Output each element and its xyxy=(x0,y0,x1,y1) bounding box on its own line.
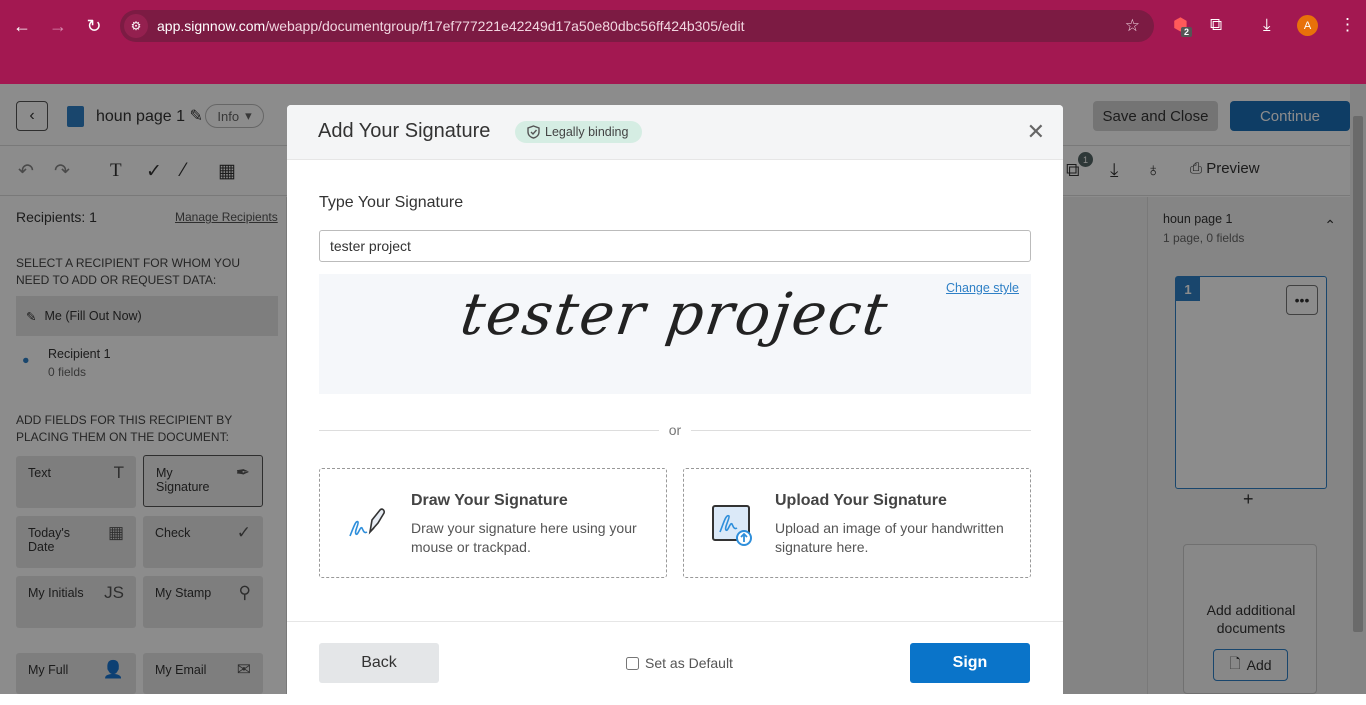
upload-signature-option[interactable]: Upload Your Signature Upload an image of… xyxy=(683,468,1031,578)
dialog-header: Add Your Signature Legally binding ✕ xyxy=(287,105,1063,160)
menu-kebab-icon[interactable]: ⋮ xyxy=(1339,15,1356,35)
address-bar[interactable]: ⚙ app.signnow.com/webapp/documentgroup/f… xyxy=(120,10,1154,42)
browser-chrome: ← → ↻ ⚙ app.signnow.com/webapp/documentg… xyxy=(0,0,1366,84)
forward-arrow-icon[interactable]: → xyxy=(46,14,70,38)
reload-icon[interactable]: ↻ xyxy=(82,14,106,38)
signature-preview-text: tester project xyxy=(456,280,894,348)
extensions-puzzle-icon[interactable]: ⧉ xyxy=(1210,15,1222,35)
set-as-default-checkbox[interactable] xyxy=(626,656,639,670)
draw-signature-desc: Draw your signature here using your mous… xyxy=(411,520,637,555)
upload-signature-title: Upload Your Signature xyxy=(775,492,947,509)
profile-avatar[interactable]: A xyxy=(1297,15,1318,36)
legally-binding-badge: Legally binding xyxy=(515,121,643,143)
dialog-footer: Back Set as Default Sign xyxy=(287,621,1063,705)
change-style-link[interactable]: Change style xyxy=(946,281,1019,295)
or-divider: or xyxy=(319,420,1031,440)
add-signature-dialog: Add Your Signature Legally binding ✕ Typ… xyxy=(287,105,1063,705)
download-icon[interactable]: ⤓ xyxy=(1263,15,1271,35)
signature-text-input[interactable] xyxy=(319,230,1031,262)
extension-badge: 2 xyxy=(1181,27,1193,37)
close-icon[interactable]: ✕ xyxy=(1027,119,1045,145)
back-button[interactable]: Back xyxy=(319,643,439,683)
back-arrow-icon[interactable]: ← xyxy=(10,14,34,38)
type-signature-label: Type Your Signature xyxy=(319,194,464,211)
draw-signature-option[interactable]: Draw Your Signature Draw your signature … xyxy=(319,468,667,578)
dialog-title: Add Your Signature xyxy=(318,120,491,142)
divider-line xyxy=(691,430,1031,431)
set-as-default-option[interactable]: Set as Default xyxy=(626,655,733,671)
shield-check-icon xyxy=(527,125,540,139)
upload-signature-icon xyxy=(712,505,752,546)
signature-preview: tester project Change style xyxy=(319,274,1031,394)
draw-signature-title: Draw Your Signature xyxy=(411,492,568,509)
sign-button[interactable]: Sign xyxy=(910,643,1030,683)
url-text[interactable]: app.signnow.com/webapp/documentgroup/f17… xyxy=(157,18,744,34)
site-settings-icon[interactable]: ⚙ xyxy=(124,14,148,38)
draw-pen-icon xyxy=(349,508,385,537)
upload-signature-desc: Upload an image of your handwritten sign… xyxy=(775,520,1004,555)
bookmark-star-icon[interactable]: ☆ xyxy=(1125,16,1140,36)
